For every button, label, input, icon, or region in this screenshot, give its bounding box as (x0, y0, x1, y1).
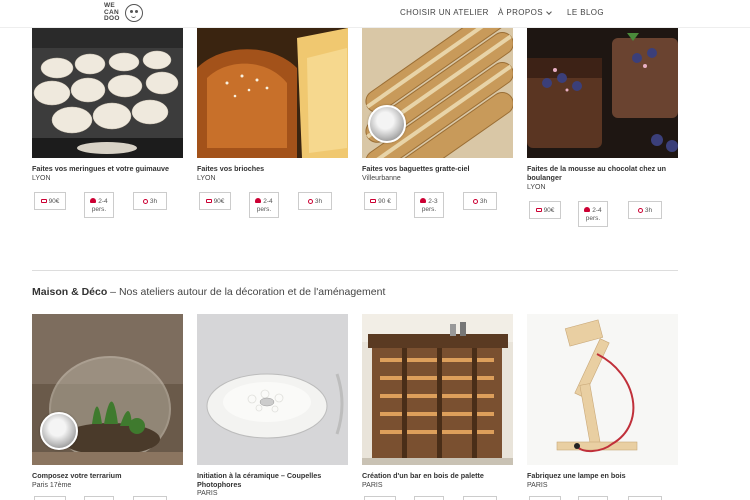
host-avatar[interactable] (40, 412, 78, 450)
duration-badge (463, 496, 497, 500)
people-badge: 2-4 pers. (578, 201, 608, 227)
card-title[interactable]: Faites vos baguettes gratte-ciel (362, 164, 513, 173)
price-icon (370, 199, 377, 203)
clock-icon (637, 207, 643, 213)
price-badge: 90€ (34, 192, 66, 210)
card-location: Paris 17ème (32, 482, 72, 489)
people-icon (255, 197, 262, 203)
card-image-mousse-chocolat[interactable] (527, 28, 678, 158)
clock-icon (472, 198, 478, 204)
price-badge (529, 496, 561, 500)
people-icon (584, 206, 591, 212)
price-badge: 90€ (199, 192, 231, 210)
people-badge: 2-3 pers. (414, 192, 444, 218)
people-badge (578, 496, 608, 500)
card-title[interactable]: Composez votre terrarium (32, 471, 183, 480)
card-image-bar-palette[interactable] (362, 314, 513, 465)
card-location: PARIS (527, 482, 548, 489)
section-name: Maison & Déco (32, 286, 108, 298)
card-image-lampe-bois[interactable] (527, 314, 678, 465)
card-location: LYON (527, 184, 546, 191)
price-badge: 90 € (364, 192, 397, 210)
card-image-brioches[interactable] (197, 28, 348, 158)
price-icon (205, 199, 212, 203)
card-location: PARIS (362, 482, 383, 489)
price-badge: 90€ (529, 201, 561, 219)
card-location: PARIS (197, 490, 218, 497)
duration-badge: 3h (298, 192, 332, 210)
site-header: WE CAN DOO CHOISIR UN ATELIER À PROPOS L… (0, 0, 750, 28)
people-badge (84, 496, 114, 500)
people-icon (90, 197, 97, 203)
duration-badge: 3h (463, 192, 497, 210)
card-title[interactable]: Faites vos meringues et votre guimauve (32, 164, 183, 173)
card-title[interactable]: Faites de la mousse au chocolat chez un … (527, 164, 672, 182)
price-icon (535, 208, 542, 212)
card-title[interactable]: Création d'un bar en bois de palette (362, 471, 513, 480)
logo-text: WE CAN DOO (104, 2, 120, 23)
card-image-ceramique[interactable] (197, 314, 348, 465)
card-location: LYON (32, 175, 51, 182)
people-badge (414, 496, 444, 500)
nav-a-propos[interactable]: À PROPOS (498, 8, 552, 17)
card-location: LYON (197, 175, 216, 182)
host-avatar[interactable] (368, 105, 406, 143)
nav-le-blog[interactable]: LE BLOG (567, 8, 604, 17)
price-icon (40, 199, 47, 203)
people-icon (420, 197, 427, 203)
card-title[interactable]: Faites vos brioches (197, 164, 348, 173)
card-title[interactable]: Fabriquez une lampe en bois (527, 471, 678, 480)
duration-badge (628, 496, 662, 500)
card-image-meringues[interactable] (32, 28, 183, 158)
clock-icon (307, 198, 313, 204)
section-title: Maison & Déco – Nos ateliers autour de l… (32, 286, 385, 298)
people-badge: 2-4 pers. (84, 192, 114, 218)
logo[interactable]: WE CAN DOO (104, 2, 146, 24)
nav-a-propos-label: À PROPOS (498, 8, 543, 17)
section-subtitle: – Nos ateliers autour de la décoration e… (107, 286, 386, 298)
card-title[interactable]: Initiation à la céramique – Coupelles Ph… (197, 471, 342, 489)
clock-icon (142, 198, 148, 204)
section-divider (32, 270, 678, 271)
price-badge (364, 496, 396, 500)
card-location: Villeurbanne (362, 175, 401, 182)
bear-logo-icon (125, 4, 143, 22)
duration-badge: 3h (133, 192, 167, 210)
nav-choisir-atelier[interactable]: CHOISIR UN ATELIER (400, 8, 489, 17)
people-badge: 2-4 pers. (249, 192, 279, 218)
duration-badge: 3h (628, 201, 662, 219)
price-badge (34, 496, 66, 500)
duration-badge (133, 496, 167, 500)
chevron-down-icon (546, 8, 552, 15)
